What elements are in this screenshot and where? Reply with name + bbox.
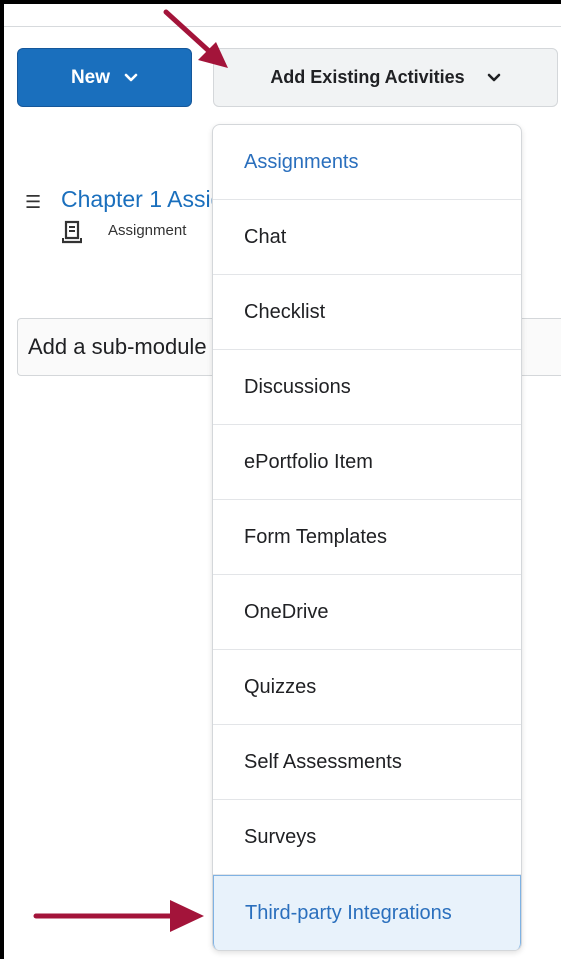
item-type-label: Assignment	[108, 222, 187, 239]
menu-item-discussions[interactable]: Discussions	[213, 350, 521, 425]
new-button[interactable]: New	[17, 48, 192, 107]
add-submodule-placeholder: Add a sub-module	[28, 334, 207, 359]
assignment-icon	[61, 220, 83, 244]
menu-item-surveys[interactable]: Surveys	[213, 800, 521, 875]
add-existing-label: Add Existing Activities	[270, 67, 465, 87]
menu-item-quizzes[interactable]: Quizzes	[213, 650, 521, 725]
add-existing-activities-button[interactable]: Add Existing Activities	[213, 48, 558, 107]
menu-item-form-templates[interactable]: Form Templates	[213, 500, 521, 575]
chevron-down-icon	[487, 73, 501, 83]
menu-item-onedrive[interactable]: OneDrive	[213, 575, 521, 650]
chapter-title-link[interactable]: Chapter 1 Assignment	[61, 186, 213, 213]
new-button-label: New	[70, 66, 111, 88]
hamburger-icon[interactable]: ☰	[25, 192, 41, 213]
chevron-down-icon	[124, 73, 138, 83]
menu-item-chat[interactable]: Chat	[213, 200, 521, 275]
add-existing-dropdown-menu: Assignments Chat Checklist Discussions e…	[212, 124, 522, 951]
menu-item-self-assessments[interactable]: Self Assessments	[213, 725, 521, 800]
menu-item-checklist[interactable]: Checklist	[213, 275, 521, 350]
menu-item-eportfolio-item[interactable]: ePortfolio Item	[213, 425, 521, 500]
menu-item-third-party-integrations[interactable]: Third-party Integrations	[213, 875, 521, 950]
top-divider	[4, 26, 561, 27]
menu-item-assignments[interactable]: Assignments	[213, 125, 521, 200]
